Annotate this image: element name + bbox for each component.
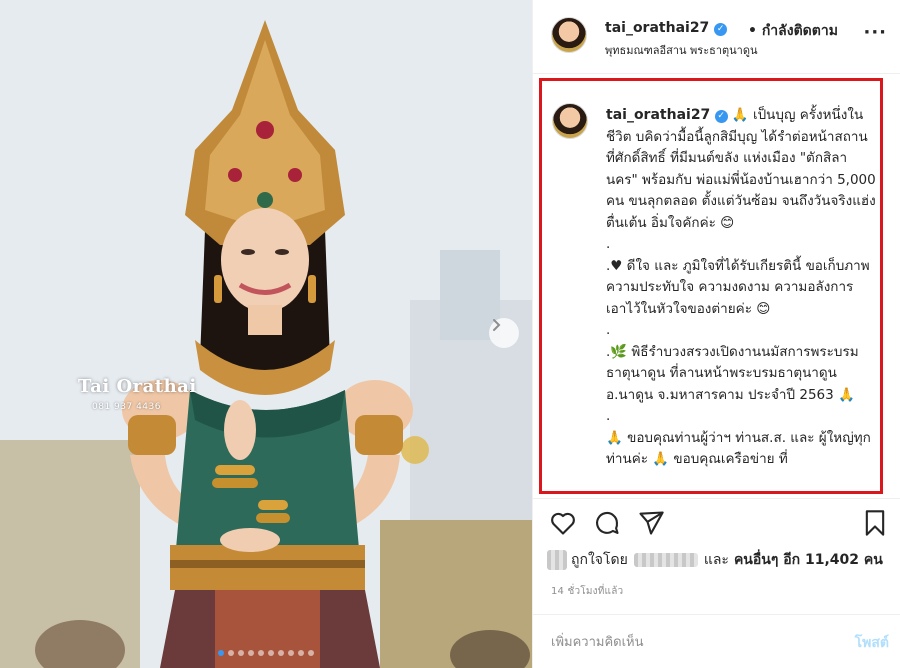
caption-highlight-box: tai_orathai27 ✓ 🙏 เป็นบุญ ครั้งหนึ่งในชี…: [539, 78, 883, 494]
likes-others-link[interactable]: คนอื่นๆ อีก 11,402 คน: [734, 549, 883, 571]
bookmark-icon[interactable]: [861, 509, 889, 537]
carousel-indicator: [0, 650, 532, 656]
caption-verified-badge-icon: ✓: [714, 110, 728, 123]
verified-badge-icon: ✓: [714, 23, 728, 36]
carousel-dot: [238, 650, 244, 656]
carousel-dot: [298, 650, 304, 656]
heart-icon[interactable]: [549, 509, 577, 537]
follow-status[interactable]: • กำลังติดตาม: [748, 20, 838, 42]
liker-avatar[interactable]: [547, 550, 567, 570]
caption-avatar[interactable]: [552, 103, 588, 139]
post-location[interactable]: พุทธมณฑลอีสาน พระธาตุนาดูน: [605, 41, 758, 59]
watermark-title: Tai Orathai: [78, 376, 197, 397]
carousel-dot: [268, 650, 274, 656]
header-username-group: tai_orathai27 ✓: [605, 20, 728, 36]
action-bar: [533, 498, 900, 544]
header-separator: •: [748, 23, 757, 39]
caption-username[interactable]: tai_orathai27: [606, 107, 710, 123]
caption-text: 🙏 เป็นบุญ ครั้งหนึ่งในชีวิต บคิดว่ามื้อน…: [606, 107, 876, 467]
post-photo[interactable]: Tai Orathai 081 937 4436: [0, 0, 532, 668]
header-username[interactable]: tai_orathai27: [605, 20, 709, 36]
carousel-dot: [288, 650, 294, 656]
carousel-dot: [278, 650, 284, 656]
caption-body: tai_orathai27 ✓ 🙏 เป็นบุญ ครั้งหนึ่งในชี…: [606, 105, 876, 471]
comment-icon[interactable]: [593, 509, 621, 537]
likes-and: และ: [703, 552, 729, 568]
next-photo-button[interactable]: [489, 318, 519, 348]
post-timestamp[interactable]: 14 ชั่วโมงที่แล้ว: [551, 584, 623, 599]
carousel-dot: [248, 650, 254, 656]
dancer-illustration: [0, 0, 532, 668]
post-header: tai_orathai27 ✓ • กำลังติดตาม พุทธมณฑลอี…: [533, 0, 900, 74]
likes-prefix: ถูกใจโดย: [571, 552, 628, 568]
post-comment-button[interactable]: โพสต์: [855, 632, 889, 654]
carousel-dot: [258, 650, 264, 656]
comment-input[interactable]: [551, 631, 811, 653]
liker-username-blurred[interactable]: [633, 553, 698, 567]
carousel-dot: [218, 650, 224, 656]
watermark-phone: 081 937 4436: [92, 402, 161, 412]
follow-status-label[interactable]: กำลังติดตาม: [762, 23, 838, 39]
more-options-icon[interactable]: ···: [863, 22, 887, 43]
likes-summary: ถูกใจโดย และ คนอื่นๆ อีก 11,402 คน: [547, 549, 883, 571]
share-icon[interactable]: [637, 509, 665, 537]
comment-bar: โพสต์: [533, 614, 900, 668]
carousel-dot: [228, 650, 234, 656]
carousel-dot: [308, 650, 314, 656]
post-side-panel: tai_orathai27 ✓ • กำลังติดตาม พุทธมณฑลอี…: [532, 0, 900, 668]
chevron-right-icon: [493, 319, 501, 331]
avatar[interactable]: [551, 17, 587, 53]
